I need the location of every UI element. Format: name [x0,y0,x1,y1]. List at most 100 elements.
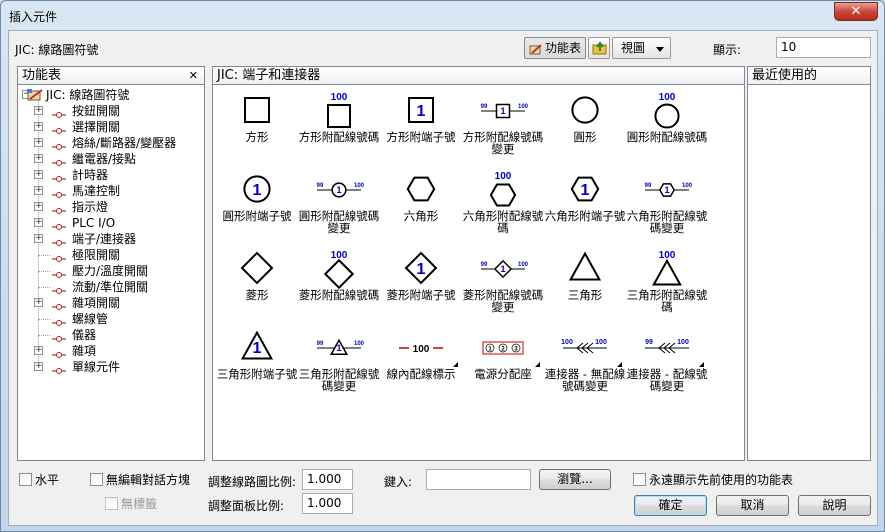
symbol-inline-marker[interactable]: 100 線內配線標示 [380,326,462,404]
symbol-label: 六角形附端子號 [544,209,626,223]
expand-toggle[interactable]: + [34,170,43,179]
browse-button[interactable]: 瀏覽... [539,469,611,490]
insert-component-dialog: 插入元件 ✕ JIC: 線路圖符號 功能表 視圖 顯示: 10 功能表 ✕ − … [0,0,885,532]
expand-toggle[interactable]: + [34,234,43,243]
tree-item[interactable]: + 指示燈 [22,199,202,215]
tree-item[interactable]: 流動/準位開關 [22,279,202,295]
panel-scale-input[interactable]: 1.000 [302,493,353,514]
tree-item[interactable]: + 單線元件 [22,359,202,375]
symbol-circle[interactable]: 1 圓形附端子號 [216,168,298,246]
expand-toggle[interactable]: + [34,186,43,195]
no-edit-dialog-checkbox[interactable]: 無編輯對話方塊 [90,473,190,489]
help-button[interactable]: 說明 [798,495,871,516]
cancel-button[interactable]: 取消 [716,495,789,516]
tree-item-label: PLC I/O [72,216,116,230]
folder-icon [52,219,66,230]
tree-item-label: 單線元件 [72,360,121,374]
recent-panel: 最近使用的 [747,66,871,461]
tree-root[interactable]: − JIC: 線路圖符號 [10,87,190,103]
folder-icon [52,347,66,358]
tree-item[interactable]: + 計時器 [22,167,202,183]
symbol-diamond[interactable]: 菱形 [216,247,298,325]
expand-toggle[interactable]: + [34,202,43,211]
symbol-hexagon[interactable]: 1 99 100 六角形附配線號碼變更 [626,168,708,246]
symbol-hexagon[interactable]: 100 六角形附配線號碼 [462,168,544,246]
tree-item[interactable]: + 繼電器/接點 [22,151,202,167]
symbol-label: 連接器 - 配線號碼變更 [626,367,708,393]
window-close-button[interactable]: ✕ [834,2,878,21]
library-title: JIC: 線路圖符號 [15,43,99,57]
tree-item[interactable]: + 端子/連接器 [22,231,202,247]
symbol-square[interactable]: 100 方形附配線號碼 [298,89,380,167]
horizontal-checkbox[interactable]: 水平 [19,473,59,489]
expand-toggle[interactable]: + [34,138,43,147]
symbol-hexagon[interactable]: 六角形 [380,168,462,246]
tree-item[interactable]: + 按鈕開關 [22,103,202,119]
tree-item[interactable]: 螺線管 [22,311,202,327]
recent-panel-title: 最近使用的 [752,68,818,83]
expand-toggle[interactable]: + [34,298,43,307]
expand-toggle[interactable]: + [34,218,43,227]
symbol-connector[interactable]: 99 100 連接器 - 配線號碼變更 [626,326,708,404]
symbol-label: 圓形附端子號 [222,209,292,223]
symbol-square[interactable]: 1 方形附端子號 [380,89,462,167]
symbol-triangle[interactable]: 三角形 [544,247,626,325]
tree-item[interactable]: + 選擇開關 [22,119,202,135]
ok-button[interactable]: 確定 [634,495,707,516]
symbol-panel-title: JIC: 端子和連接器 [217,68,321,83]
symbol-circle[interactable]: 圓形 [544,89,626,167]
left-wire-number: 99 [317,183,324,189]
close-icon[interactable]: ✕ [189,67,198,84]
expand-toggle[interactable]: + [34,154,43,163]
menu-toggle-label: 功能表 [545,41,582,55]
menu-panel: 功能表 ✕ − JIC: 線路圖符號 + 按鈕開關 + 選擇開關 + 熔絲/斷路器/變壓器… [17,66,205,461]
expand-toggle[interactable]: + [34,346,43,355]
schematic-scale-input[interactable]: 1.000 [302,469,353,490]
display-count-input[interactable]: 10 [776,37,871,58]
always-show-previous-checkbox[interactable]: 永遠顯示先前使用的功能表 [633,473,793,489]
expand-toggle[interactable]: + [34,106,43,115]
tree-item-label: 按鈕開關 [72,104,121,118]
tree-item[interactable]: 儀器 [22,327,202,343]
tree-item[interactable]: + PLC I/O [22,215,202,231]
dialog-client-area: JIC: 線路圖符號 功能表 視圖 顯示: 10 功能表 ✕ − JIC: 線路… [8,30,878,526]
type-input[interactable] [426,469,531,490]
folder-icon [52,299,66,310]
symbol-power-block[interactable]: 1 2 3 電源分配座 [462,326,544,404]
symbol-connector[interactable]: 100 100 連接器 - 無配線號碼變更 [544,326,626,404]
tree-item-label: 熔絲/斷路器/變壓器 [72,136,177,150]
symbol-triangle[interactable]: 100 三角形附配線號碼 [626,247,708,325]
tree-item[interactable]: 極限開關 [22,247,202,263]
tree-item[interactable]: + 熔絲/斷路器/變壓器 [22,135,202,151]
symbol-triangle[interactable]: 1 三角形附端子號 [216,326,298,404]
panel-scale-label: 調整面板比例: [208,499,285,513]
tree-item[interactable]: + 馬達控制 [22,183,202,199]
tree-item[interactable]: 壓力/溫度開關 [22,263,202,279]
symbol-circle[interactable]: 100 圓形附配線號碼 [626,89,708,167]
symbol-diamond[interactable]: 1 99 100 菱形附配線號碼變更 [462,247,544,325]
symbol-hexagon[interactable]: 1 六角形附端子號 [544,168,626,246]
expand-toggle[interactable]: + [34,362,43,371]
menu-toggle-button[interactable]: 功能表 [524,37,586,59]
square-icon: 1 99 100 [481,103,529,119]
symbol-square[interactable]: 方形 [216,89,298,167]
folder-icon [52,251,66,262]
symbol-circle[interactable]: 1 99 100 圓形附配線號碼變更 [298,168,380,246]
right-wire-number: 100 [677,339,689,346]
view-dropdown-button[interactable]: 視圖 [612,37,671,59]
terminal-number: 1 [500,106,505,116]
symbol-triangle[interactable]: 1 99 100 三角形附配線號碼變更 [298,326,380,404]
checkbox-box [90,473,103,486]
symbol-diamond[interactable]: 1 菱形附端子號 [380,247,462,325]
symbol-label: 六角形附配線號碼變更 [626,209,708,235]
circle-icon: 1 [243,175,271,203]
symbol-square[interactable]: 1 99 100 方形附配線號碼變更 [462,89,544,167]
symbol-diamond[interactable]: 100 菱形附配線號碼 [298,247,380,325]
display-count-label: 顯示: [713,43,742,57]
expand-toggle[interactable]: + [34,122,43,131]
submenu-indicator-icon [617,362,622,367]
tree-item[interactable]: + 雜項 [22,343,202,359]
folder-up-button[interactable] [588,37,610,59]
tree-item-label: 指示燈 [72,200,109,214]
tree-item[interactable]: + 雜項開關 [22,295,202,311]
